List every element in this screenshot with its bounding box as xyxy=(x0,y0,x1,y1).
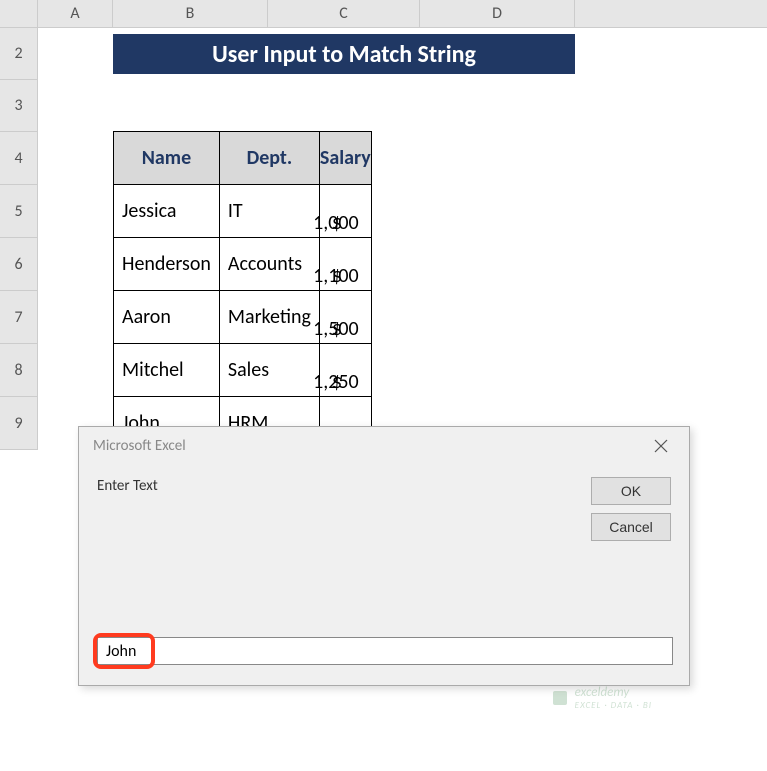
cell-salary: $1,100 xyxy=(319,238,371,291)
row-header-2[interactable]: 2 xyxy=(0,28,38,80)
data-table: Name Dept. Salary Jessica IT $1,000 Hend… xyxy=(113,131,372,450)
salary-value: 1,250 xyxy=(313,370,359,394)
row-header-9[interactable]: 9 xyxy=(0,397,38,450)
row-header-column: 2 3 4 5 6 7 8 9 xyxy=(0,28,38,450)
cell-salary: $1,500 xyxy=(319,291,371,344)
watermark: exceldemy EXCEL · DATA · BI xyxy=(551,685,652,711)
input-dialog: Microsoft Excel Enter Text OK Cancel xyxy=(78,426,690,686)
cell-salary: $1,250 xyxy=(319,344,371,397)
header-name: Name xyxy=(114,132,220,185)
select-all-corner[interactable] xyxy=(0,0,38,27)
table-row[interactable]: Mitchel Sales $1,250 xyxy=(114,344,372,397)
col-header-c[interactable]: C xyxy=(268,0,420,27)
col-header-b[interactable]: B xyxy=(113,0,268,27)
row-header-6[interactable]: 6 xyxy=(0,238,38,291)
header-dept: Dept. xyxy=(219,132,319,185)
cell-name: Aaron xyxy=(114,291,220,344)
watermark-icon xyxy=(551,689,569,707)
cell-name: Jessica xyxy=(114,185,220,238)
cell-dept: Accounts xyxy=(219,238,319,291)
dialog-titlebar[interactable]: Microsoft Excel xyxy=(79,427,689,465)
table-header-row: Name Dept. Salary xyxy=(114,132,372,185)
text-input[interactable] xyxy=(97,637,673,665)
close-icon xyxy=(654,439,668,453)
ok-button[interactable]: OK xyxy=(591,477,671,505)
cancel-button[interactable]: Cancel xyxy=(591,513,671,541)
table-row[interactable]: Henderson Accounts $1,100 xyxy=(114,238,372,291)
salary-value: 1,500 xyxy=(313,317,359,341)
salary-value: 1,100 xyxy=(313,264,359,288)
row-header-7[interactable]: 7 xyxy=(0,291,38,344)
row-header-5[interactable]: 5 xyxy=(0,185,38,238)
page-title: User Input to Match String xyxy=(113,34,575,74)
watermark-tagline: EXCEL · DATA · BI xyxy=(575,700,652,711)
column-header-row: A B C D xyxy=(0,0,767,28)
dialog-title: Microsoft Excel xyxy=(93,437,641,455)
table-row[interactable]: Jessica IT $1,000 xyxy=(114,185,372,238)
cell-dept: Marketing xyxy=(219,291,319,344)
row-header-4[interactable]: 4 xyxy=(0,132,38,185)
cell-salary: $1,000 xyxy=(319,185,371,238)
dialog-prompt: Enter Text xyxy=(97,477,591,541)
spreadsheet-grid: A B C D 2 3 4 5 6 7 8 9 User Input to Ma… xyxy=(0,0,767,450)
table-row[interactable]: Aaron Marketing $1,500 xyxy=(114,291,372,344)
row-header-8[interactable]: 8 xyxy=(0,344,38,397)
watermark-brand: exceldemy xyxy=(575,685,630,700)
cell-dept: Sales xyxy=(219,344,319,397)
col-header-d[interactable]: D xyxy=(420,0,575,27)
row-header-3[interactable]: 3 xyxy=(0,80,38,132)
cell-dept: IT xyxy=(219,185,319,238)
salary-value: 1,000 xyxy=(313,211,359,235)
cell-name: Mitchel xyxy=(114,344,220,397)
cell-name: Henderson xyxy=(114,238,220,291)
col-header-a[interactable]: A xyxy=(38,0,113,27)
header-salary: Salary xyxy=(319,132,371,185)
close-button[interactable] xyxy=(641,431,681,461)
